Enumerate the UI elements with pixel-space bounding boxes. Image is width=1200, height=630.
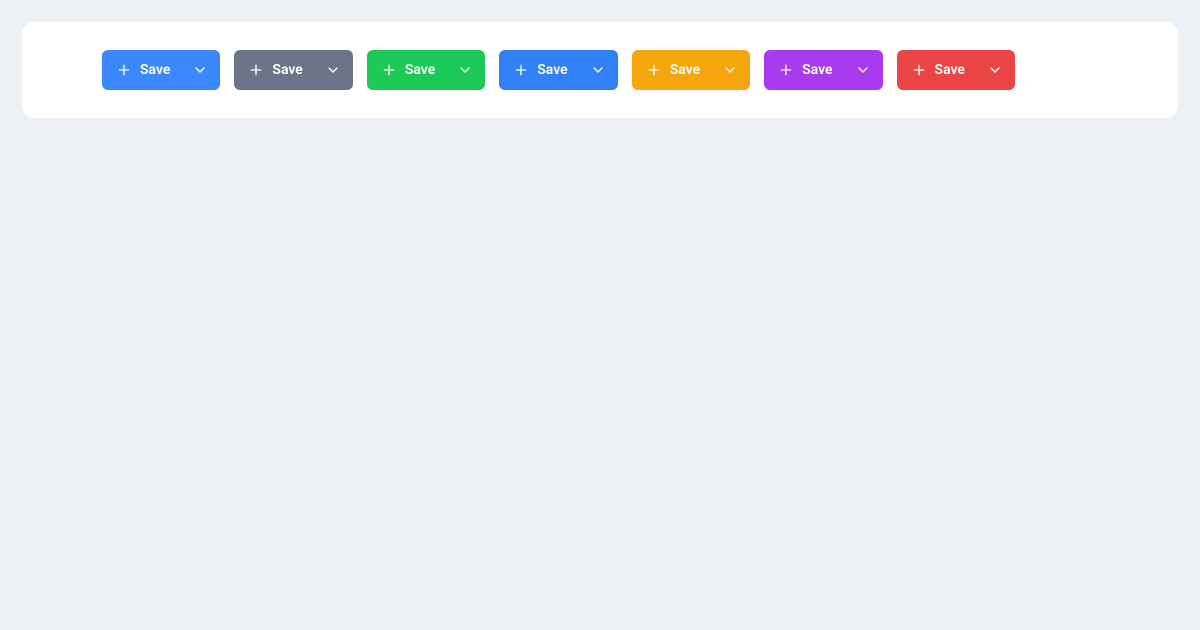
chevron-down-icon [457,62,473,78]
chevron-down-icon [590,62,606,78]
save-button-label: Save [670,62,700,78]
plus-icon [646,62,662,78]
dropdown-toggle[interactable] [987,62,1003,78]
plus-icon [116,62,132,78]
save-button-main[interactable]: Save [116,62,170,78]
dropdown-toggle[interactable] [192,62,208,78]
plus-icon [911,62,927,78]
chevron-down-icon [192,62,208,78]
chevron-down-icon [325,62,341,78]
save-split-button-purple[interactable]: Save [764,50,882,90]
plus-icon [381,62,397,78]
save-button-label: Save [537,62,567,78]
plus-icon [778,62,794,78]
chevron-down-icon [987,62,1003,78]
save-split-button-info[interactable]: Save [499,50,617,90]
button-showcase-card: Save Save Save [22,22,1178,118]
dropdown-toggle[interactable] [590,62,606,78]
save-button-main[interactable]: Save [911,62,965,78]
save-split-button-warning[interactable]: Save [632,50,750,90]
save-button-main[interactable]: Save [778,62,832,78]
save-split-button-primary[interactable]: Save [102,50,220,90]
dropdown-toggle[interactable] [457,62,473,78]
chevron-down-icon [855,62,871,78]
save-split-button-success[interactable]: Save [367,50,485,90]
dropdown-toggle[interactable] [325,62,341,78]
save-button-main[interactable]: Save [248,62,302,78]
plus-icon [248,62,264,78]
save-button-main[interactable]: Save [646,62,700,78]
save-button-main[interactable]: Save [513,62,567,78]
save-button-label: Save [802,62,832,78]
save-split-button-danger[interactable]: Save [897,50,1015,90]
save-button-label: Save [935,62,965,78]
save-button-main[interactable]: Save [381,62,435,78]
chevron-down-icon [722,62,738,78]
save-button-label: Save [140,62,170,78]
save-button-label: Save [405,62,435,78]
plus-icon [513,62,529,78]
dropdown-toggle[interactable] [855,62,871,78]
dropdown-toggle[interactable] [722,62,738,78]
save-split-button-secondary[interactable]: Save [234,50,352,90]
save-button-label: Save [272,62,302,78]
